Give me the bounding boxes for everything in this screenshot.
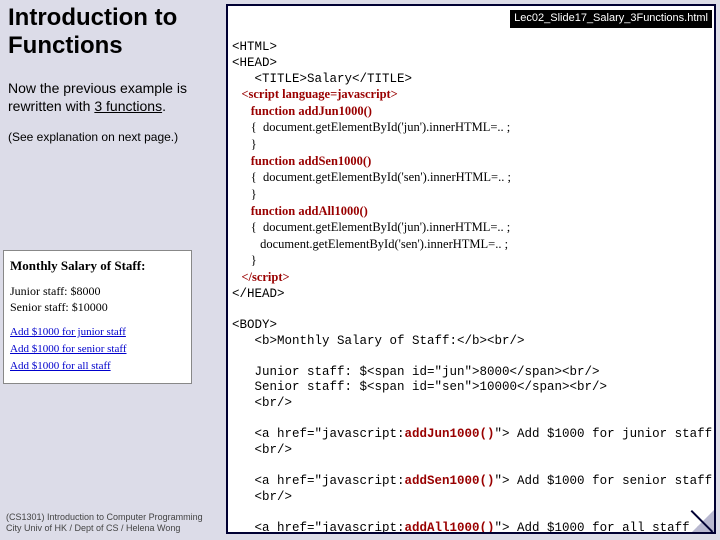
code-line: <BODY> (232, 318, 277, 332)
code-func-sen: function addSen1000() (232, 154, 371, 168)
code-call-sen: addSen1000() (405, 474, 495, 488)
slide-footer: (CS1301) Introduction to Computer Progra… (6, 512, 203, 534)
code-line: <a href="javascript:addSen1000()"> Add $… (232, 474, 716, 488)
code-func-all: function addAll1000() (232, 204, 368, 218)
code-line: <br/> (232, 490, 292, 504)
code-line: Junior staff: $<span id="jun">8000</span… (232, 365, 600, 379)
code-line: <a href="javascript:addJun1000()"> Add $… (232, 427, 716, 441)
footer-line2: City Univ of HK / Dept of CS / Helena Wo… (6, 523, 203, 534)
code-line: } (232, 187, 257, 201)
footer-line1: (CS1301) Introduction to Computer Progra… (6, 512, 203, 523)
code-line: <HTML> (232, 40, 277, 54)
code-call-jun: addJun1000() (405, 427, 495, 441)
code-call-all: addAll1000() (405, 521, 495, 534)
desc-underlined: 3 functions (94, 98, 162, 114)
preview-line-senior: Senior staff: $10000 (10, 299, 185, 315)
code-seg: <a href="javascript: (232, 474, 405, 488)
code-line: Senior staff: $<span id="sen">10000</spa… (232, 380, 607, 394)
preview-line-junior: Junior staff: $8000 (10, 283, 185, 299)
code-script-close: </script> (232, 270, 290, 284)
code-seg: <a href="javascript: (232, 427, 405, 441)
rendered-preview: Monthly Salary of Staff: Junior staff: $… (3, 250, 192, 384)
filename-label: Lec02_Slide17_Salary_3Functions.html (510, 10, 712, 28)
preview-header: Monthly Salary of Staff: (10, 257, 185, 275)
preview-link-junior[interactable]: Add $1000 for junior staff (10, 325, 185, 340)
preview-links: Add $1000 for junior staff Add $1000 for… (10, 325, 185, 374)
code-line: { document.getElementById('sen').innerHT… (232, 170, 511, 184)
code-line: } (232, 253, 257, 267)
code-panel: Lec02_Slide17_Salary_3Functions.html <HT… (226, 4, 716, 534)
code-line: <br/> (232, 396, 292, 410)
page-curl-line (692, 510, 714, 532)
code-line: <HEAD> (232, 56, 277, 70)
code-script-open: <script language=javascript> (232, 87, 398, 101)
preview-link-all[interactable]: Add $1000 for all staff (10, 359, 185, 374)
note: (See explanation on next page.) (8, 130, 223, 144)
left-column: Introduction to Functions Now the previo… (8, 4, 223, 144)
code-seg: "> Add $1000 for all staff </a> (495, 521, 716, 534)
code-line: { document.getElementById('jun').innerHT… (232, 220, 510, 234)
code-line: } (232, 137, 257, 151)
slide-title: Introduction to Functions (8, 4, 223, 59)
code-line: <b>Monthly Salary of Staff:</b><br/> (232, 334, 525, 348)
code-seg: <a href="javascript: (232, 521, 405, 534)
code-seg: "> Add $1000 for senior staff </a> (495, 474, 716, 488)
code-line: { document.getElementById('jun').innerHT… (232, 120, 510, 134)
code-line: <TITLE>Salary</TITLE> (232, 72, 412, 86)
code-line: <a href="javascript:addAll1000()"> Add $… (232, 521, 716, 534)
desc-post: . (162, 98, 166, 114)
code-line: document.getElementById('sen').innerHTML… (232, 237, 508, 251)
preview-link-senior[interactable]: Add $1000 for senior staff (10, 342, 185, 357)
code-func-jun: function addJun1000() (232, 104, 372, 118)
code-line: <br/> (232, 443, 292, 457)
description: Now the previous example is rewritten wi… (8, 79, 223, 115)
code-line: </HEAD> (232, 287, 285, 301)
code-seg: "> Add $1000 for junior staff </a> (495, 427, 716, 441)
